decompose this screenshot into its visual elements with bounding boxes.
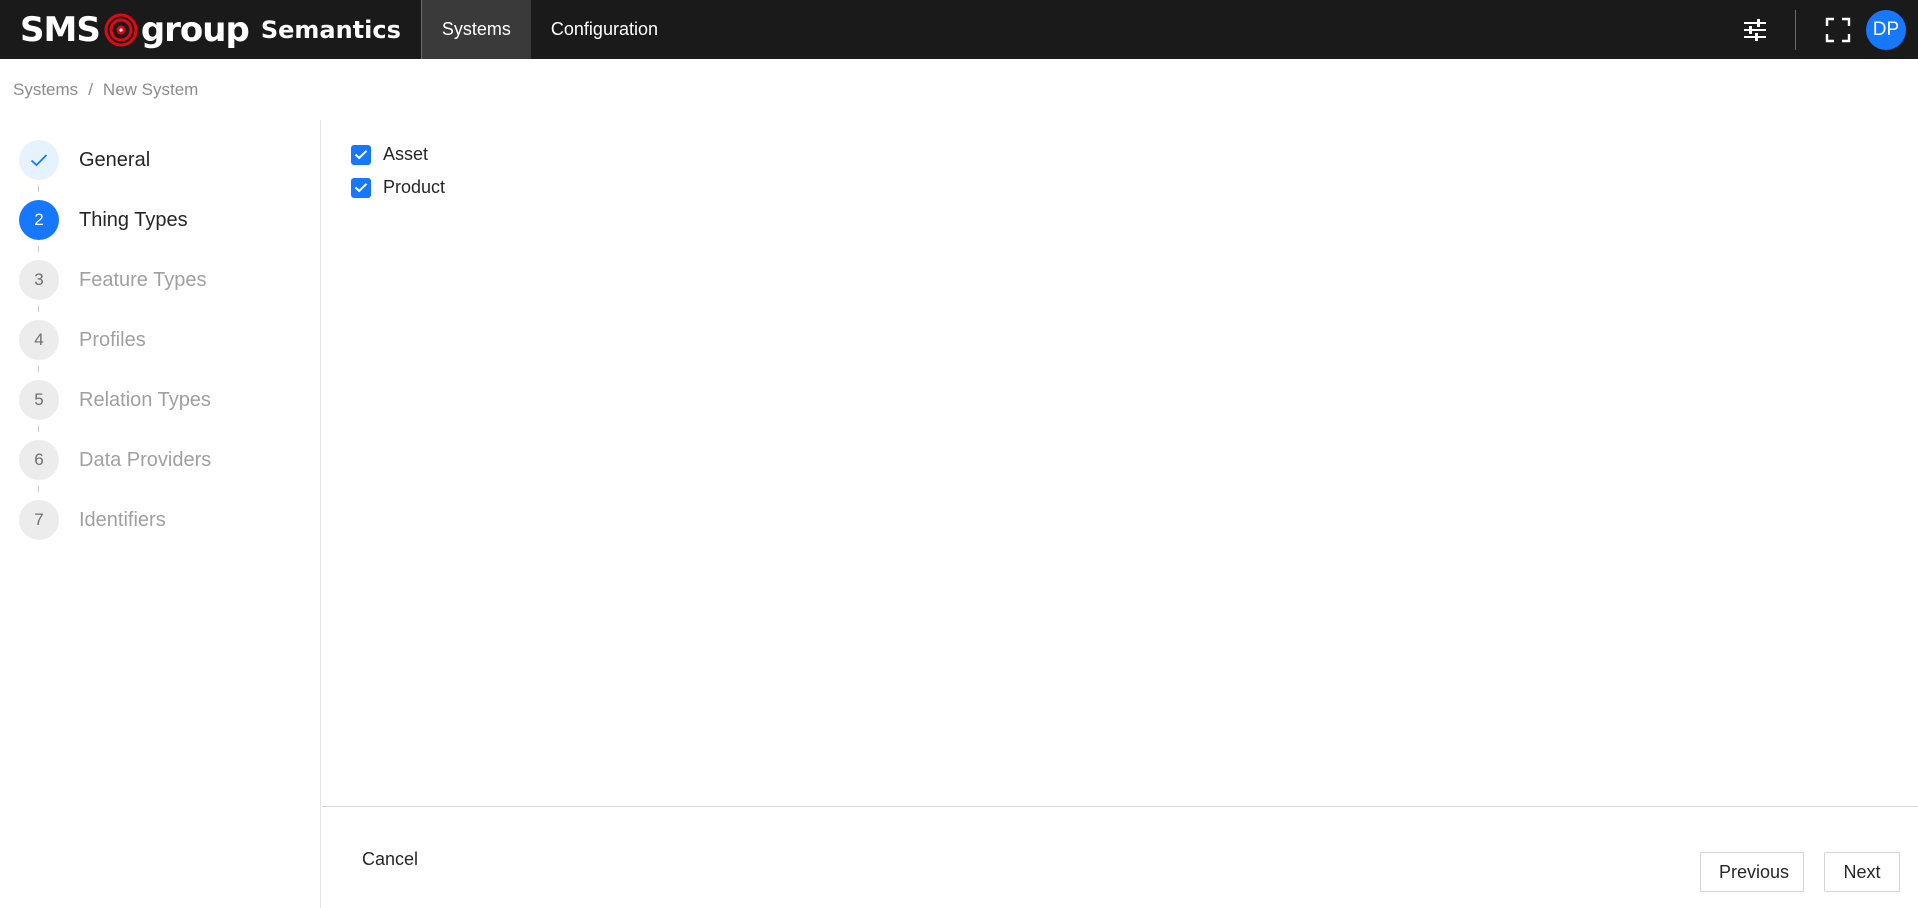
checkmark-icon <box>354 183 368 193</box>
step-connector <box>38 246 39 252</box>
thing-types-panel: Asset Product <box>322 120 1918 806</box>
step-number-data-providers: 6 <box>19 440 59 480</box>
topbar-actions: DP <box>1735 0 1918 59</box>
step-connector <box>38 186 39 192</box>
brand-logo[interactable]: SMS group Semantics <box>0 0 422 59</box>
step-label-data-providers: Data Providers <box>79 448 212 471</box>
step-connector <box>38 366 39 372</box>
asset-label: Asset <box>383 144 429 164</box>
step-data-providers[interactable]: 6 Data Providers <box>19 440 211 480</box>
product-checkbox[interactable] <box>351 177 371 198</box>
breadcrumb-new-system: New System <box>102 80 199 99</box>
step-circle-general <box>19 140 59 180</box>
step-label-relation-types: Relation Types <box>79 388 211 411</box>
previous-button[interactable]: Previous <box>1700 852 1804 892</box>
step-label-profiles: Profiles <box>79 328 146 351</box>
topbar-divider <box>1795 9 1796 50</box>
step-number-thing-types: 2 <box>19 200 59 240</box>
check-icon <box>30 154 48 167</box>
step-relation-types[interactable]: 5 Relation Types <box>19 380 211 420</box>
nav-tab-systems[interactable]: Systems <box>421 0 531 59</box>
brand-group-text: group <box>140 9 250 50</box>
breadcrumb-systems[interactable]: Systems <box>13 80 78 100</box>
step-number-relation-types: 5 <box>19 380 59 420</box>
step-profiles[interactable]: 4 Profiles <box>19 320 146 360</box>
checkmark-icon <box>354 150 368 160</box>
step-general[interactable]: General <box>19 140 150 180</box>
step-connector <box>38 306 39 312</box>
settings-sliders-icon[interactable] <box>1735 10 1775 50</box>
step-thing-types[interactable]: 2 Thing Types <box>19 200 188 240</box>
step-connector <box>38 426 39 432</box>
wizard-footer: Cancel Previous Next <box>322 806 1918 908</box>
user-avatar[interactable]: DP <box>1866 9 1906 50</box>
step-label-general: General <box>79 148 151 171</box>
step-label-thing-types: Thing Types <box>79 208 188 231</box>
brand-product-name: Semantics <box>260 15 401 44</box>
top-navigation-bar: SMS group Semantics Systems Configuratio… <box>0 0 1918 59</box>
step-feature-types[interactable]: 3 Feature Types <box>19 260 206 300</box>
step-number-feature-types: 3 <box>19 260 59 300</box>
next-button[interactable]: Next <box>1824 852 1900 892</box>
cancel-button[interactable]: Cancel <box>362 849 418 870</box>
step-identifiers[interactable]: 7 Identifiers <box>19 500 166 540</box>
nav-tab-configuration[interactable]: Configuration <box>531 0 678 59</box>
step-number-profiles: 4 <box>19 320 59 360</box>
checkbox-row-asset[interactable]: Asset <box>351 144 428 165</box>
breadcrumb-separator: / <box>88 80 93 99</box>
step-label-feature-types: Feature Types <box>79 268 207 291</box>
asset-checkbox[interactable] <box>351 144 371 165</box>
fullscreen-icon[interactable] <box>1818 10 1858 50</box>
step-connector <box>38 486 39 492</box>
step-label-identifiers: Identifiers <box>79 508 166 531</box>
wizard-steps-sidebar: General 2 Thing Types 3 Feature Types 4 … <box>0 120 321 908</box>
step-number-identifiers: 7 <box>19 500 59 540</box>
brand-sms-text: SMS <box>20 9 101 50</box>
breadcrumb: Systems / New System <box>13 80 198 100</box>
product-label: Product <box>383 177 446 197</box>
checkbox-row-product[interactable]: Product <box>351 177 445 198</box>
target-logo-icon <box>104 13 138 46</box>
